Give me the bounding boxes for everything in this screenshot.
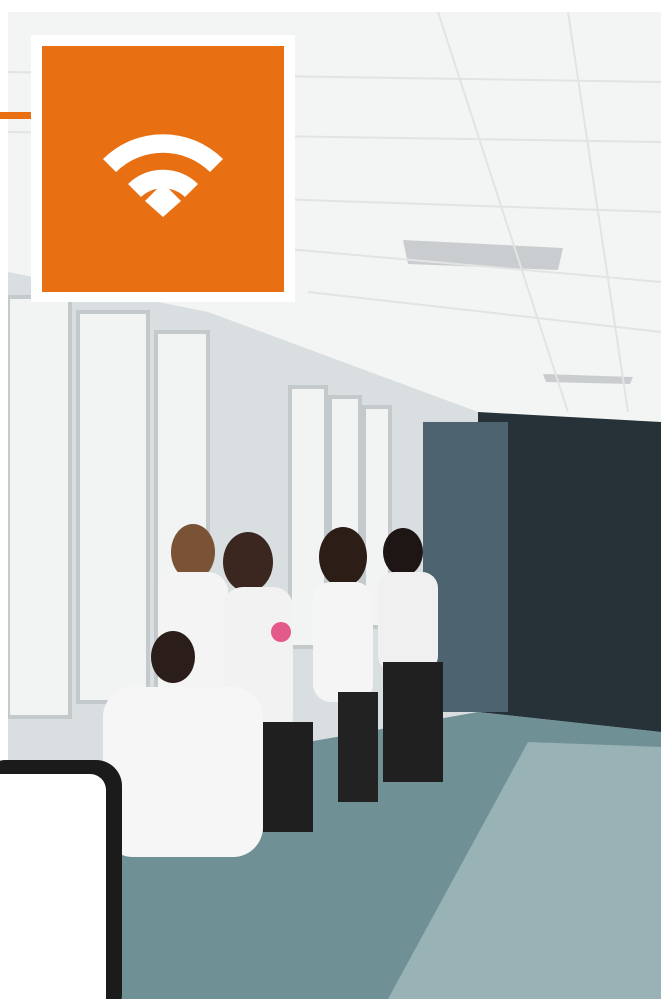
hero-image bbox=[0, 0, 661, 999]
wifi-badge bbox=[42, 46, 284, 292]
wifi-icon bbox=[103, 134, 223, 217]
tablet-screen bbox=[0, 774, 106, 999]
